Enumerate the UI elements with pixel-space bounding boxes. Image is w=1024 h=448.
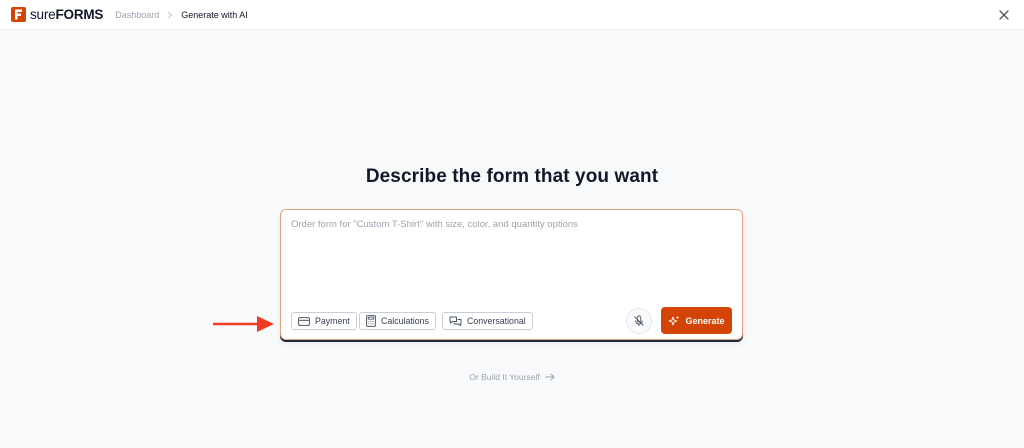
calculations-chip[interactable]: Calculations bbox=[359, 312, 436, 330]
close-button[interactable] bbox=[997, 8, 1011, 22]
close-icon bbox=[999, 10, 1009, 20]
payment-chip-label: Payment bbox=[315, 316, 350, 326]
breadcrumb-current: Generate with AI bbox=[181, 9, 248, 20]
logo-wordmark: sureFORMS bbox=[30, 7, 103, 22]
page-heading: Describe the form that you want bbox=[365, 166, 659, 187]
chevron-right-icon bbox=[167, 11, 173, 19]
logo-mark-icon bbox=[11, 7, 26, 22]
sureforms-logo[interactable]: sureFORMS bbox=[11, 7, 103, 22]
arrow-right-icon bbox=[544, 373, 555, 381]
chat-bubbles-icon bbox=[449, 316, 462, 327]
top-bar: sureFORMS Dashboard Generate with AI bbox=[0, 0, 1024, 30]
logo-text-light: sure bbox=[30, 7, 56, 22]
prompt-card: Payment Calculations Conversational bbox=[280, 209, 743, 340]
generate-button-label: Generate bbox=[685, 315, 725, 326]
build-it-yourself-link[interactable]: Or Build It Yourself bbox=[0, 372, 1024, 382]
conversational-chip[interactable]: Conversational bbox=[442, 312, 533, 330]
prompt-input[interactable] bbox=[291, 219, 731, 299]
logo-text-bold: FORMS bbox=[55, 7, 104, 22]
microphone-button[interactable] bbox=[626, 308, 652, 334]
annotation-arrow-icon bbox=[212, 314, 275, 339]
payment-chip[interactable]: Payment bbox=[291, 312, 357, 330]
sparkles-icon bbox=[669, 315, 680, 325]
calculations-chip-label: Calculations bbox=[381, 316, 429, 326]
credit-card-icon bbox=[298, 316, 310, 326]
microphone-off-icon bbox=[634, 315, 644, 326]
calculator-icon bbox=[366, 315, 376, 327]
build-it-yourself-label: Or Build It Yourself bbox=[469, 372, 540, 382]
generate-button[interactable]: Generate bbox=[661, 307, 732, 334]
breadcrumb-dashboard-link[interactable]: Dashboard bbox=[115, 10, 159, 20]
conversational-chip-label: Conversational bbox=[467, 316, 526, 326]
